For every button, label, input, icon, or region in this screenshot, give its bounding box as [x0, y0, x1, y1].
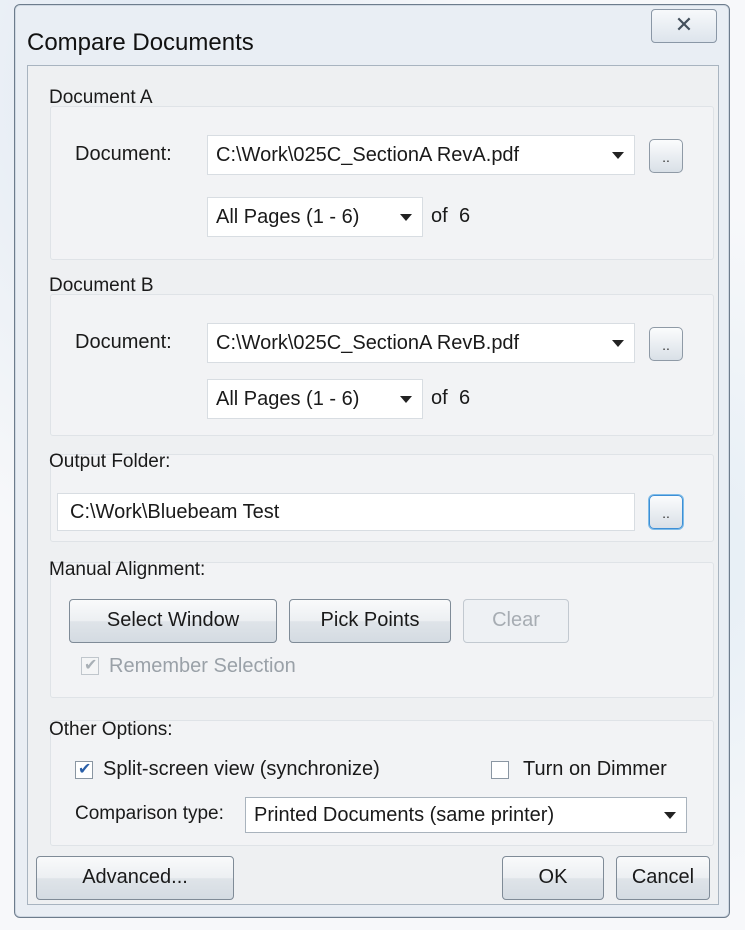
chevron-down-icon	[612, 340, 624, 347]
chevron-down-icon	[400, 214, 412, 221]
document-b-field-label: Document:	[75, 331, 172, 353]
dimmer-label: Turn on Dimmer	[523, 758, 667, 780]
output-folder-input[interactable]: C:\Work\Bluebeam Test	[57, 493, 635, 531]
select-window-button[interactable]: Select Window	[69, 599, 277, 643]
chevron-down-icon	[664, 812, 676, 819]
other-options-label: Other Options:	[49, 719, 173, 740]
document-b-label: Document B	[49, 275, 154, 296]
document-b-path-dropdown[interactable]: C:\Work\025C_SectionA RevB.pdf	[207, 323, 635, 363]
document-a-pages: All Pages (1 - 6)	[216, 206, 360, 228]
manual-alignment-label: Manual Alignment:	[49, 559, 206, 580]
document-a-of-label: of	[431, 205, 448, 227]
comparison-type-value: Printed Documents (same printer)	[254, 804, 555, 826]
document-a-page-count: 6	[459, 205, 471, 227]
chevron-down-icon	[400, 396, 412, 403]
remember-selection-label: Remember Selection	[109, 655, 296, 677]
close-icon: ✕	[674, 12, 694, 37]
remember-selection-checkbox[interactable]	[81, 655, 99, 675]
output-folder-group: Output Folder: C:\Work\Bluebeam Test ..	[49, 451, 714, 542]
dialog-body: Document A Document: C:\Work\025C_Sectio…	[27, 65, 719, 905]
pick-points-button[interactable]: Pick Points	[289, 599, 451, 643]
split-screen-checkbox[interactable]	[75, 759, 93, 779]
other-options-group: Other Options: Split-screen view (synchr…	[49, 719, 714, 846]
chevron-down-icon	[612, 152, 624, 159]
dialog-title: Compare Documents	[27, 29, 254, 56]
output-folder-label: Output Folder:	[49, 451, 171, 472]
document-b-pages: All Pages (1 - 6)	[216, 388, 360, 410]
title-bar[interactable]: Compare Documents ✕	[15, 5, 729, 61]
comparison-type-dropdown[interactable]: Printed Documents (same printer)	[245, 797, 687, 833]
document-b-pages-dropdown[interactable]: All Pages (1 - 6)	[207, 379, 423, 419]
advanced-button[interactable]: Advanced...	[36, 856, 234, 900]
document-a-label: Document A	[49, 87, 153, 108]
output-folder-path: C:\Work\Bluebeam Test	[70, 501, 280, 523]
output-folder-browse-button[interactable]: ..	[649, 495, 683, 529]
compare-documents-dialog: Compare Documents ✕ Document A Document:…	[14, 4, 730, 918]
document-b-of-label: of	[431, 387, 448, 409]
document-b-page-count: 6	[459, 387, 471, 409]
document-a-group: Document A Document: C:\Work\025C_Sectio…	[49, 87, 714, 260]
document-a-path: C:\Work\025C_SectionA RevA.pdf	[216, 144, 520, 166]
document-a-browse-button[interactable]: ..	[649, 139, 683, 173]
document-a-pages-dropdown[interactable]: All Pages (1 - 6)	[207, 197, 423, 237]
manual-alignment-group: Manual Alignment: Select Window Pick Poi…	[49, 559, 714, 698]
document-b-group: Document B Document: C:\Work\025C_Sectio…	[49, 275, 714, 436]
document-b-browse-button[interactable]: ..	[649, 327, 683, 361]
document-a-path-dropdown[interactable]: C:\Work\025C_SectionA RevA.pdf	[207, 135, 635, 175]
split-screen-label: Split-screen view (synchronize)	[103, 758, 380, 780]
document-a-field-label: Document:	[75, 143, 172, 165]
dimmer-checkbox[interactable]	[491, 761, 509, 779]
document-b-path: C:\Work\025C_SectionA RevB.pdf	[216, 332, 520, 354]
ok-button[interactable]: OK	[502, 856, 604, 900]
cancel-button[interactable]: Cancel	[616, 856, 710, 900]
comparison-type-label: Comparison type:	[75, 803, 224, 824]
close-button[interactable]: ✕	[651, 9, 717, 43]
clear-button[interactable]: Clear	[463, 599, 569, 643]
